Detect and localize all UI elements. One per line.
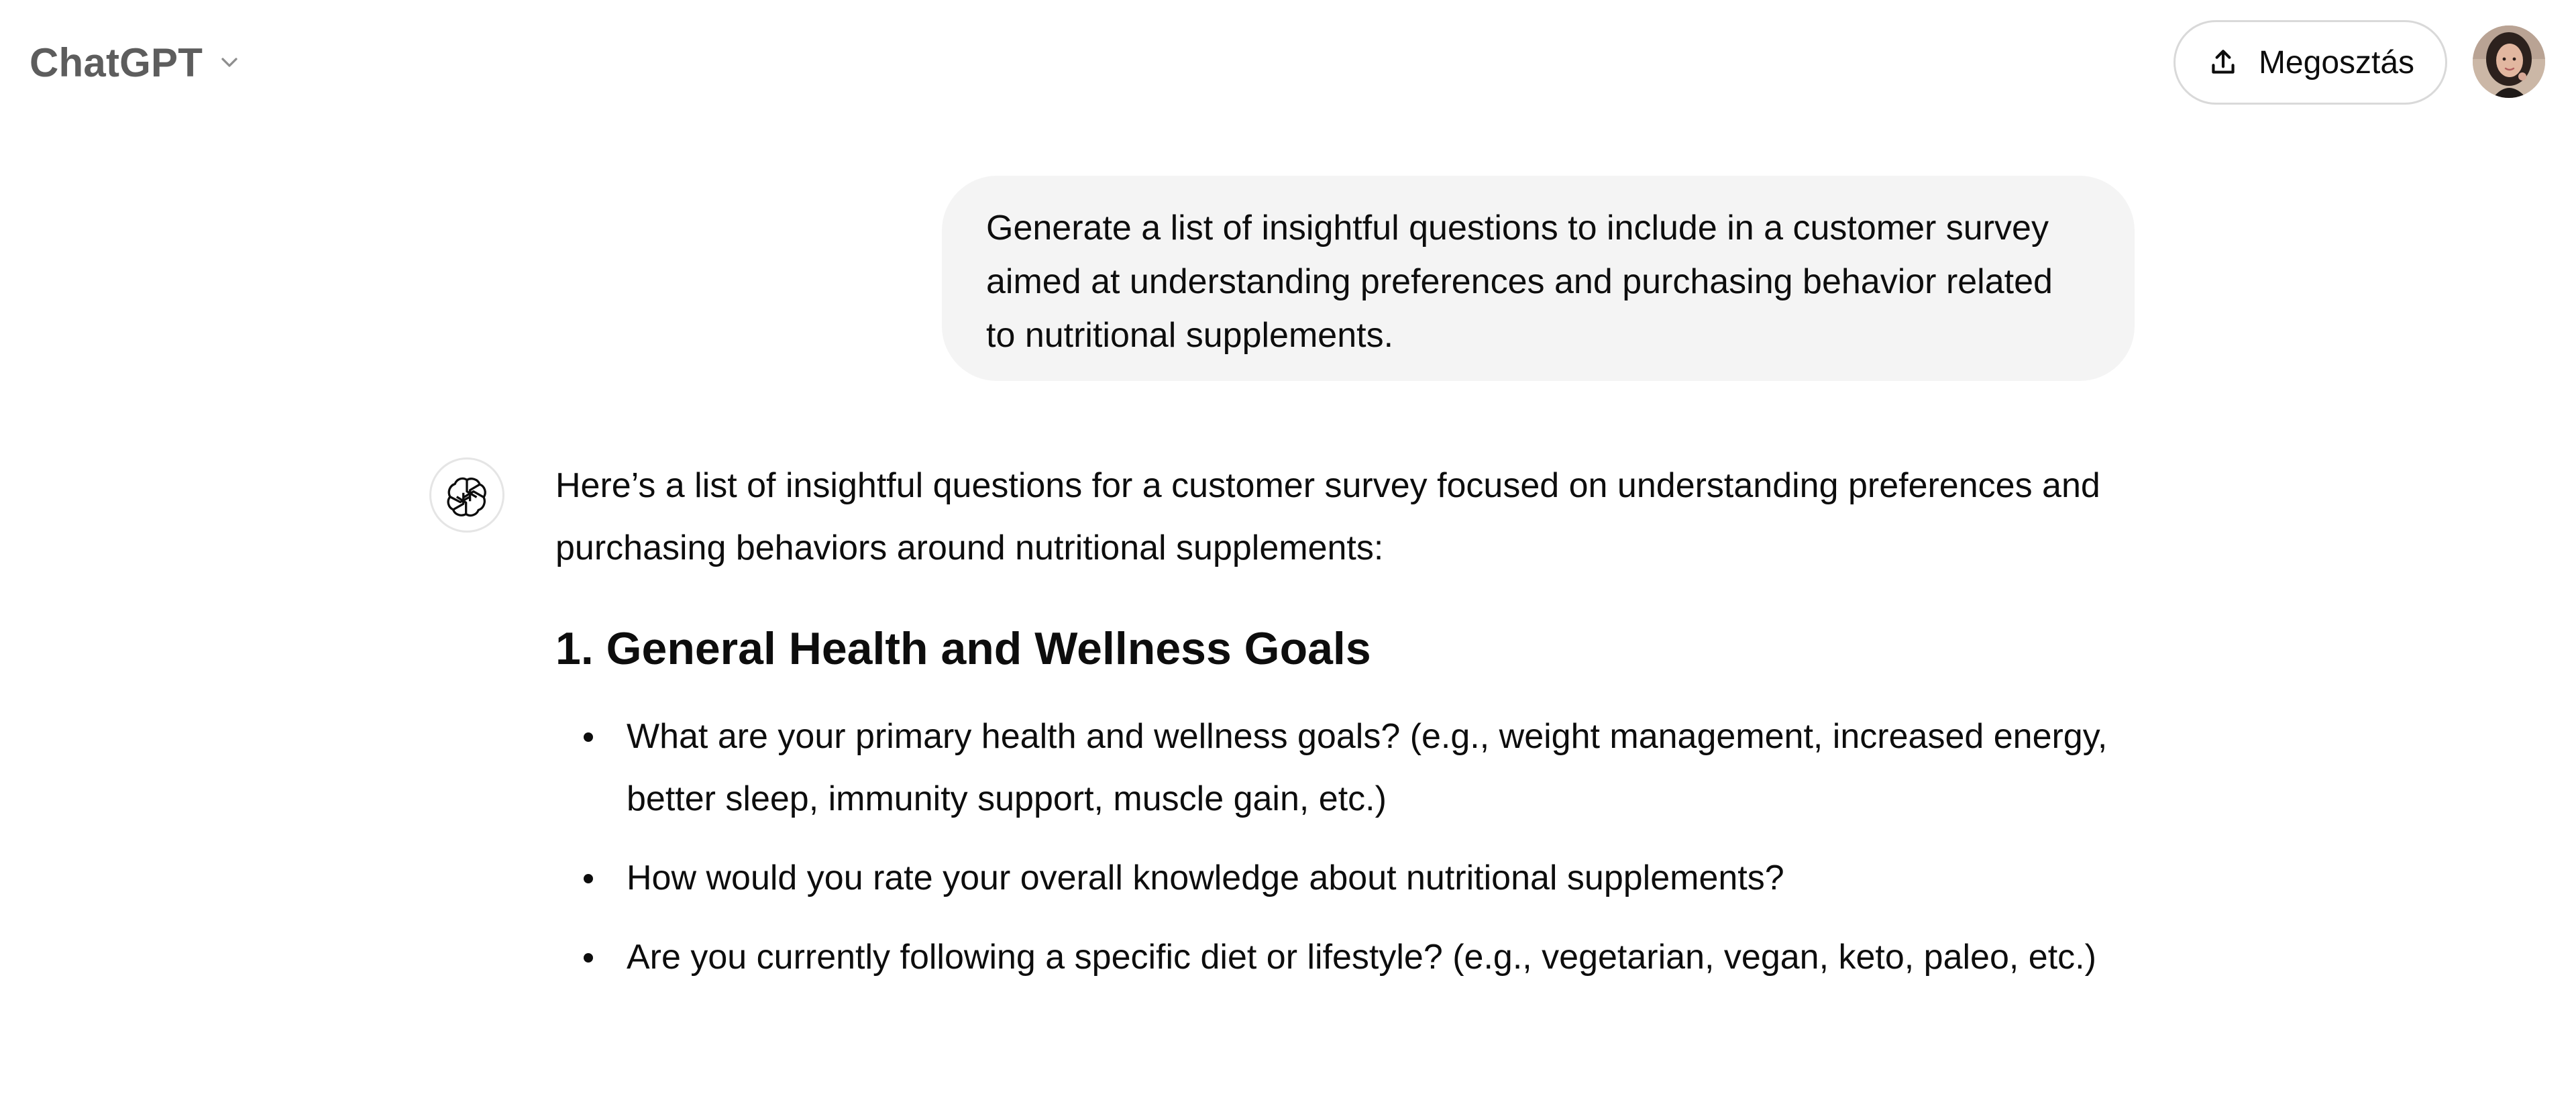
assistant-message: Here’s a list of insightful questions fo… xyxy=(555,466,2139,1005)
assistant-intro: Here’s a list of insightful questions fo… xyxy=(555,466,2100,567)
list-item: Are you currently following a specific d… xyxy=(555,926,2139,989)
share-label: Megosztás xyxy=(2258,44,2415,80)
bullet-dot xyxy=(584,953,593,963)
bullet-dot xyxy=(584,874,593,883)
model-switcher[interactable]: ChatGPT xyxy=(30,35,243,90)
chevron-down-icon xyxy=(216,49,243,76)
share-icon xyxy=(2206,46,2240,79)
model-name: ChatGPT xyxy=(30,40,203,85)
top-bar: ChatGPT Megosztás xyxy=(0,0,2576,127)
list-item: How would you rate your overall knowledg… xyxy=(555,847,2139,910)
user-message-text: Generate a list of insightful questions … xyxy=(986,209,2053,355)
user-avatar[interactable] xyxy=(2473,25,2545,98)
list-item-text: What are your primary health and wellnes… xyxy=(627,717,2108,818)
bullet-dot xyxy=(584,732,593,742)
list-item-text: How would you rate your overall knowledg… xyxy=(627,859,1784,897)
user-message-bubble: Generate a list of insightful questions … xyxy=(942,176,2135,381)
openai-logo-icon xyxy=(429,457,504,533)
list-item: What are your primary health and wellnes… xyxy=(555,706,2139,830)
question-list: What are your primary health and wellnes… xyxy=(555,706,2139,989)
list-item-text: Are you currently following a specific d… xyxy=(627,938,2096,977)
share-button[interactable]: Megosztás xyxy=(2174,20,2447,105)
section-heading: 1. General Health and Wellness Goals xyxy=(555,623,1371,674)
